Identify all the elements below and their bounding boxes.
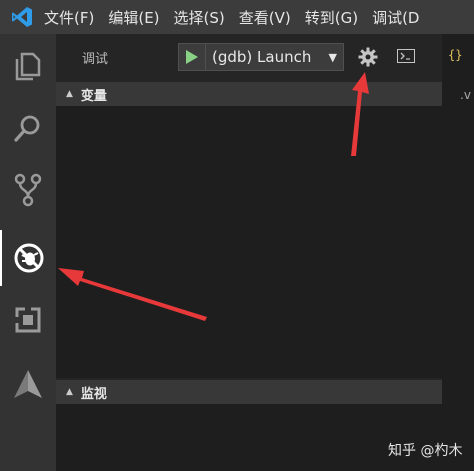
menu-debug[interactable]: 调试(D	[372, 7, 419, 28]
collapse-triangle-icon: ▲	[66, 387, 73, 397]
gear-icon[interactable]	[356, 45, 380, 69]
menu-bar: 文件(F) 编辑(E) 选择(S) 查看(V) 转到(G) 调试(D	[0, 0, 474, 34]
debug-sidebar: 调试 (gdb) Launch ▼ ▲ 变量 ▲ 监视	[56, 34, 442, 471]
watermark: 知乎 @杓木	[388, 443, 463, 459]
start-debugging-button[interactable]	[179, 44, 206, 70]
json-file-icon: {}	[448, 48, 463, 62]
editor-area: {} .v	[442, 34, 474, 471]
source-control-icon[interactable]	[0, 162, 56, 218]
debug-icon[interactable]	[0, 230, 56, 286]
watch-panel	[56, 404, 442, 471]
activity-bar	[0, 34, 56, 471]
file-name-fragment: .v	[460, 88, 471, 102]
launch-config-label: (gdb) Launch	[212, 48, 312, 66]
watch-section-label: 监视	[80, 386, 107, 402]
debug-toolbar: 调试 (gdb) Launch ▼	[56, 34, 442, 80]
debug-title: 调试	[82, 52, 109, 67]
menu-go[interactable]: 转到(G)	[305, 7, 358, 28]
menu-selection[interactable]: 选择(S)	[174, 7, 225, 28]
variables-section-header[interactable]: ▲ 变量	[56, 82, 442, 106]
explorer-icon[interactable]	[0, 38, 56, 94]
search-icon[interactable]	[0, 100, 56, 156]
variables-panel	[56, 106, 442, 378]
vscode-logo-icon	[0, 0, 44, 34]
watch-section-header[interactable]: ▲ 监视	[56, 380, 442, 404]
menu-edit[interactable]: 编辑(E)	[108, 7, 159, 28]
extensions-icon[interactable]	[0, 292, 56, 348]
menu-file[interactable]: 文件(F)	[44, 7, 94, 28]
chevron-down-icon: ▼	[328, 51, 337, 64]
menu-view[interactable]: 查看(V)	[239, 7, 291, 28]
play-icon	[186, 50, 198, 64]
variables-section-label: 变量	[80, 88, 107, 104]
debug-console-icon[interactable]	[396, 47, 416, 65]
collapse-triangle-icon: ▲	[66, 89, 73, 99]
triangle-icon[interactable]	[0, 356, 56, 412]
launch-config-select[interactable]: (gdb) Launch ▼	[178, 43, 344, 71]
